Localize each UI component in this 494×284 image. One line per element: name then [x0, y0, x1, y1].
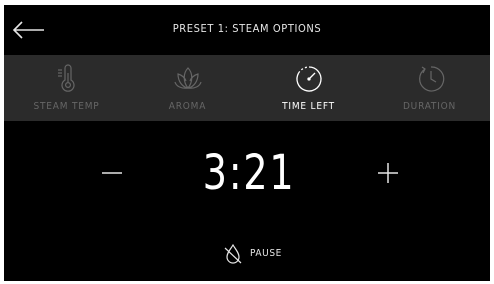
tab-aroma[interactable]: AROMA: [127, 55, 248, 121]
time-left-value: 3:21: [202, 145, 296, 201]
tab-label: TIME LEFT: [282, 101, 335, 112]
plus-icon: [378, 163, 398, 183]
pause-button[interactable]: PAUSE: [218, 241, 298, 267]
decrease-time-button[interactable]: [98, 153, 126, 193]
thermometer-icon: [57, 64, 75, 92]
tab-label: STEAM TEMP: [33, 101, 100, 112]
tab-time-left[interactable]: TIME LEFT: [248, 55, 369, 121]
tab-duration[interactable]: DURATION: [369, 55, 490, 121]
timer-icon: [295, 66, 322, 92]
lotus-icon: [173, 67, 202, 89]
pause-label: PAUSE: [250, 248, 282, 259]
tab-label: DURATION: [402, 101, 457, 112]
page-title: PRESET 1: STEAM OPTIONS: [172, 22, 322, 35]
steam-options-screen: PRESET 1: STEAM OPTIONS STEAM TEMP AROMA…: [4, 5, 490, 281]
increase-time-button[interactable]: [374, 153, 402, 193]
header: PRESET 1: STEAM OPTIONS: [4, 5, 490, 55]
tab-steam-temp[interactable]: STEAM TEMP: [6, 55, 127, 121]
clock-icon: [418, 66, 444, 92]
tab-label: AROMA: [168, 101, 207, 112]
option-tabs: STEAM TEMP AROMA TIME LEFT DURATION: [4, 55, 490, 121]
minus-icon: [102, 172, 122, 174]
drop-off-icon: [224, 243, 242, 264]
